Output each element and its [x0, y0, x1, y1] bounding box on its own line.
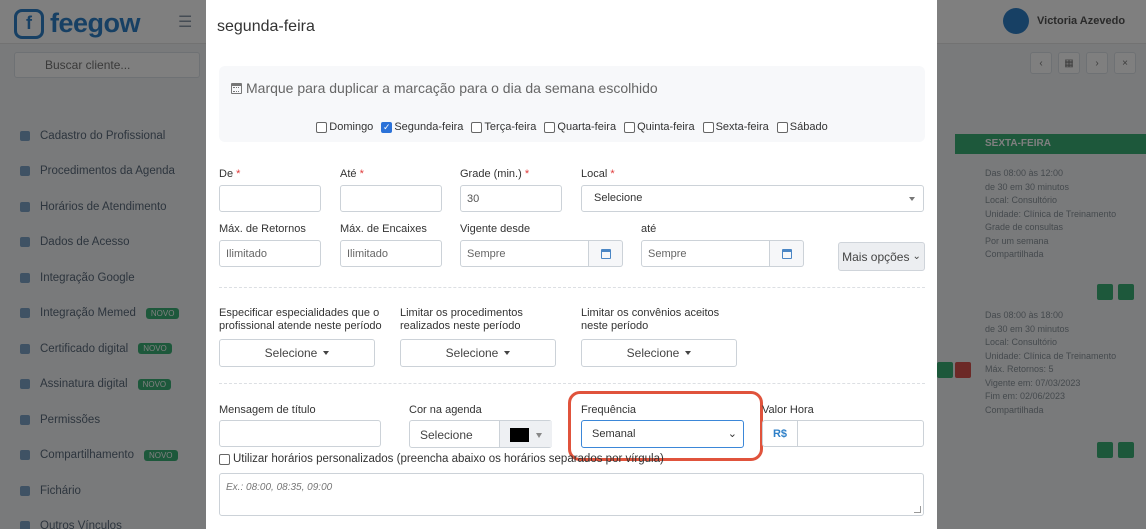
procedimentos-select[interactable]: Selecione: [400, 339, 556, 367]
mensagem-label: Mensagem de título: [219, 404, 316, 416]
vigente-ate-calendar-button[interactable]: [770, 240, 804, 267]
convenios-select-value: Selecione: [626, 346, 680, 360]
weekday-checkbox[interactable]: [702, 121, 714, 133]
calendar-icon: [600, 248, 611, 259]
duplicate-title-text: Marque para duplicar a marcação para o d…: [246, 80, 658, 96]
weekday-checkbox[interactable]: [316, 121, 328, 133]
weekday-checkboxes: Domingo ✓ Segunda-feira Terça-feira Quarta-f…: [219, 121, 925, 133]
local-select-value: Selecione: [594, 192, 643, 204]
max-retornos-label: Máx. de Retornos: [219, 223, 306, 235]
ate-input[interactable]: [340, 185, 442, 212]
calendar-icon: [231, 82, 242, 94]
local-select[interactable]: Selecione: [581, 185, 924, 212]
especialidades-select-value: Selecione: [264, 346, 318, 360]
cor-label: Cor na agenda: [409, 404, 482, 416]
color-swatch: [510, 428, 529, 442]
mensagem-input[interactable]: [219, 420, 381, 447]
max-encaixes-input[interactable]: [340, 240, 442, 267]
convenios-label: Limitar os convênios aceitos neste perío…: [581, 307, 720, 332]
duplicate-title: Marque para duplicar a marcação para o d…: [231, 80, 658, 96]
caret-down-icon: [504, 351, 511, 355]
mais-opcoes-button[interactable]: Mais opções ⌄: [838, 242, 925, 271]
valor-hora-label: Valor Hora: [762, 404, 814, 416]
local-label: Local *: [581, 168, 615, 180]
divider: [219, 287, 925, 288]
weekday-checkbox[interactable]: [544, 121, 556, 133]
weekday-checkbox[interactable]: ✓: [381, 121, 393, 133]
weekday-label: Sábado: [789, 121, 828, 133]
color-picker-toggle[interactable]: [499, 421, 552, 447]
grade-input[interactable]: [460, 185, 562, 212]
schedule-modal: segunda-feira Marque para duplicar a mar…: [206, 0, 937, 529]
weekday-option[interactable]: Terça-feira: [471, 121, 536, 133]
weekday-label: Quarta-feira: [557, 121, 617, 133]
weekday-label: Sexta-feira: [715, 121, 769, 133]
weekday-checkbox[interactable]: [471, 121, 483, 133]
de-input[interactable]: [219, 185, 321, 212]
weekday-option[interactable]: Quarta-feira: [544, 121, 616, 133]
caret-down-icon: [909, 197, 915, 201]
frequencia-highlight: [568, 391, 763, 461]
caret-down-icon: [685, 351, 692, 355]
vigente-desde-label: Vigente desde: [460, 223, 531, 235]
weekday-option[interactable]: ✓ Segunda-feira: [381, 121, 463, 133]
vigente-desde-calendar-button[interactable]: [589, 240, 623, 267]
cor-select[interactable]: Selecione: [409, 420, 552, 448]
weekday-option[interactable]: Sexta-feira: [702, 121, 769, 133]
calendar-icon: [781, 248, 792, 259]
especialidades-select[interactable]: Selecione: [219, 339, 375, 367]
weekday-option[interactable]: Sábado: [776, 121, 828, 133]
chevron-down-icon: ⌄: [912, 251, 921, 262]
vigente-ate-label: até: [641, 223, 657, 235]
custom-hours-checkbox[interactable]: [219, 453, 230, 465]
custom-hours-option[interactable]: Utilizar horários personalizados (preenc…: [219, 453, 664, 465]
custom-hours-textarea[interactable]: Ex.: 08:00, 08:35, 09:00: [219, 473, 924, 516]
custom-hours-label: Utilizar horários personalizados (preenc…: [233, 453, 664, 465]
vigente-ate-input[interactable]: [641, 240, 770, 267]
especialidades-label: Especificar especialidades que o profiss…: [219, 307, 382, 332]
procedimentos-label: Limitar os procedimentos realizados nest…: [400, 307, 523, 332]
vigente-desde-input[interactable]: [460, 240, 589, 267]
weekday-checkbox[interactable]: [776, 121, 788, 133]
weekday-label: Segunda-feira: [394, 121, 464, 133]
ate-label: Até *: [340, 168, 364, 180]
max-encaixes-label: Máx. de Encaixes: [340, 223, 427, 235]
caret-down-icon: [536, 433, 542, 438]
cor-select-value: Selecione: [420, 428, 473, 442]
mais-opcoes-label: Mais opções: [842, 249, 910, 264]
currency-addon: R$: [762, 420, 797, 447]
de-label: De *: [219, 168, 241, 180]
grade-label: Grade (min.) *: [460, 168, 530, 180]
resize-handle-icon[interactable]: [914, 506, 921, 513]
weekday-label: Domingo: [329, 121, 374, 133]
procedimentos-select-value: Selecione: [445, 346, 499, 360]
weekday-option[interactable]: Domingo: [316, 121, 373, 133]
valor-hora-input[interactable]: [797, 420, 924, 447]
caret-down-icon: [323, 351, 330, 355]
weekday-label: Quinta-feira: [637, 121, 695, 133]
modal-title: segunda-feira: [217, 18, 315, 35]
max-retornos-input[interactable]: [219, 240, 321, 267]
duplicate-panel: Marque para duplicar a marcação para o d…: [219, 66, 925, 142]
weekday-label: Terça-feira: [484, 121, 537, 133]
custom-hours-placeholder: Ex.: 08:00, 08:35, 09:00: [226, 482, 333, 493]
divider: [219, 383, 925, 384]
weekday-checkbox[interactable]: [624, 121, 636, 133]
convenios-select[interactable]: Selecione: [581, 339, 737, 367]
weekday-option[interactable]: Quinta-feira: [624, 121, 695, 133]
